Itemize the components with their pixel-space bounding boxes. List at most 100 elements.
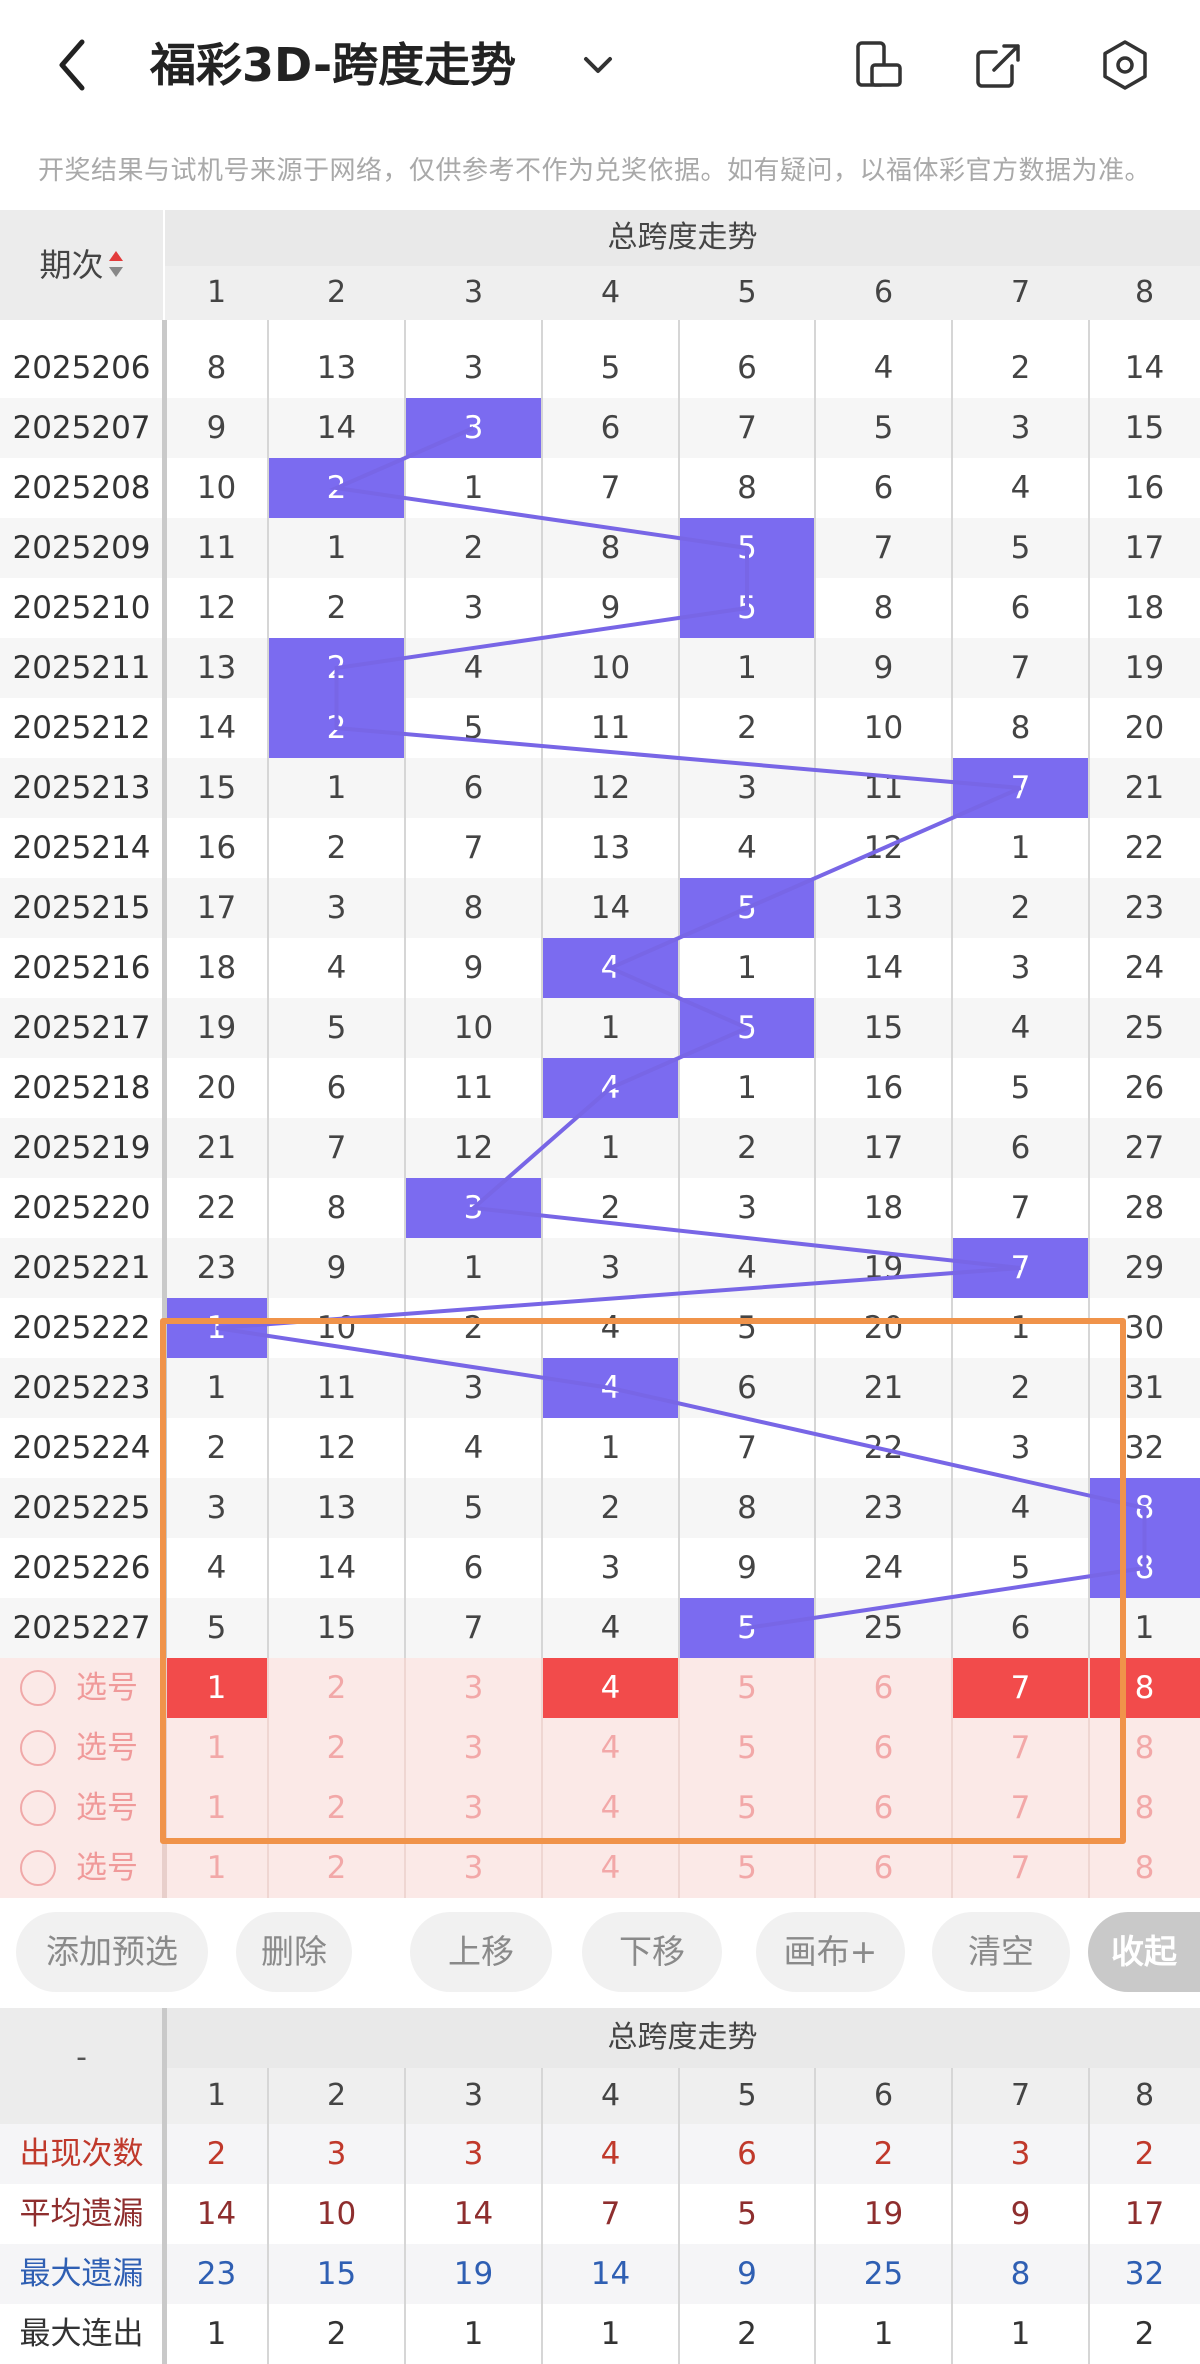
selectable-number[interactable]: 5 [679,1658,815,1718]
trend-cell: 3 [463,350,484,386]
trend-cell: 3 [206,1490,227,1526]
hit-cell: 4 [542,1058,679,1118]
selected-number[interactable]: 7 [952,1658,1089,1718]
selectable-number[interactable]: 3 [405,1658,542,1718]
selectable-number[interactable]: 2 [268,1838,405,1898]
trend-cell: 3 [737,770,757,806]
stats-value: 3 [1010,2136,1031,2172]
selectable-number[interactable]: 4 [542,1778,679,1838]
canvas-plus-button[interactable]: 画布+ [756,1912,905,1992]
table-row: 2025225 3 13 5 2 8 23 4 8 [0,1478,1200,1538]
selectable-number[interactable]: 8 [1089,1778,1200,1838]
selection-radio[interactable] [20,1850,56,1886]
stats-value: 9 [1010,2196,1031,2232]
selectable-number[interactable]: 6 [815,1838,952,1898]
column-divider [678,320,680,1658]
selectable-number[interactable]: 7 [952,1838,1089,1898]
selection-radio[interactable] [20,1790,56,1826]
column-divider [404,320,406,1658]
selection-column-divider [1088,1658,1090,1898]
trend-cell: 31 [1124,1370,1165,1406]
move-up-button[interactable]: 上移 [410,1912,552,1992]
selected-number[interactable]: 4 [542,1658,679,1718]
trend-cell: 17 [863,1130,904,1166]
share-icon[interactable] [972,38,1026,92]
selection-column-divider [267,1658,269,1898]
trend-cell: 8 [326,1190,347,1226]
add-preselect-button[interactable]: 添加预选 [16,1912,208,1992]
table-row: 2025226 4 14 6 3 9 24 5 8 [0,1538,1200,1598]
selectable-number[interactable]: 3 [405,1838,542,1898]
trend-cell: 2 [1010,350,1031,386]
trend-cell: 20 [1124,710,1165,746]
trend-cell: 7 [600,470,621,506]
screen-rotate-icon[interactable] [852,38,906,92]
settings-icon[interactable] [1098,38,1152,92]
selection-column-divider [678,1658,680,1898]
selectable-number[interactable]: 1 [165,1838,268,1898]
selectable-number[interactable]: 7 [952,1718,1089,1778]
clear-button[interactable]: 清空 [932,1912,1070,1992]
selectable-number[interactable]: 5 [679,1718,815,1778]
selection-label: 选号 [76,1790,138,1826]
selectable-number[interactable]: 4 [542,1838,679,1898]
trend-cell: 4 [1010,1490,1031,1526]
period-label: 2025211 [12,650,151,686]
trend-cell: 9 [737,1550,757,1586]
collapse-button[interactable]: 收起 [1088,1912,1200,1992]
delete-button[interactable]: 删除 [236,1912,352,1992]
trend-cell: 13 [196,650,237,686]
hit-cell: 5 [679,1598,815,1658]
back-arrow-icon[interactable] [48,30,98,100]
trend-cell: 14 [863,950,904,986]
trend-cell: 25 [1124,1010,1165,1046]
table-row: 2025208 10 2 1 7 8 6 4 16 [0,458,1200,518]
trend-cell: 6 [1010,1130,1031,1166]
stats-label: 出现次数 [19,2136,144,2172]
trend-cell: 23 [863,1490,904,1526]
trend-cell: 22 [1124,830,1165,866]
chevron-down-icon[interactable] [580,50,616,80]
stats-value: 3 [326,2136,347,2172]
trend-cell: 4 [737,830,757,866]
trend-cell: 19 [196,1010,237,1046]
period-column-header[interactable]: 期次 [0,210,163,320]
disclaimer-text: 开奖结果与试机号来源于网络，仅供参考不作为兑奖依据。如有疑问，以福体彩官方数据为… [38,156,1152,186]
stats-value: 5 [737,2196,757,2232]
hit-cell: 8 [1089,1538,1200,1598]
trend-cell: 2 [463,530,484,566]
selectable-number[interactable]: 3 [405,1778,542,1838]
selectable-number[interactable]: 6 [815,1718,952,1778]
stats-value: 1 [206,2316,227,2352]
selectable-number[interactable]: 2 [268,1778,405,1838]
selectable-number[interactable]: 1 [165,1778,268,1838]
selectable-number[interactable]: 8 [1089,1838,1200,1898]
selectable-number[interactable]: 1 [165,1718,268,1778]
selectable-number[interactable]: 6 [815,1778,952,1838]
selectable-number[interactable]: 2 [268,1718,405,1778]
trend-cell: 2 [206,1430,227,1466]
period-divider [162,320,167,1658]
sort-icon [108,251,123,277]
selectable-number[interactable]: 3 [405,1718,542,1778]
selectable-number[interactable]: 8 [1089,1718,1200,1778]
table-row: 2025211 13 2 4 10 1 9 7 19 [0,638,1200,698]
selection-radio[interactable] [20,1670,56,1706]
selectable-number[interactable]: 2 [268,1658,405,1718]
trend-cell: 21 [1124,770,1165,806]
selectable-number[interactable]: 4 [542,1718,679,1778]
stats-value: 17 [1124,2196,1165,2232]
column-divider [267,320,269,1658]
page-title: 福彩3D-跨度走势 [150,38,517,92]
selection-radio[interactable] [20,1730,56,1766]
stats-column-divider [267,2068,269,2364]
selectable-number[interactable]: 6 [815,1658,952,1718]
stats-column-divider [541,2068,543,2364]
selectable-number[interactable]: 5 [679,1778,815,1838]
move-down-button[interactable]: 下移 [582,1912,722,1992]
selectable-number[interactable]: 5 [679,1838,815,1898]
selected-number[interactable]: 8 [1089,1658,1200,1718]
period-label: 2025220 [12,1190,151,1226]
selected-number[interactable]: 1 [165,1658,268,1718]
selectable-number[interactable]: 7 [952,1778,1089,1838]
